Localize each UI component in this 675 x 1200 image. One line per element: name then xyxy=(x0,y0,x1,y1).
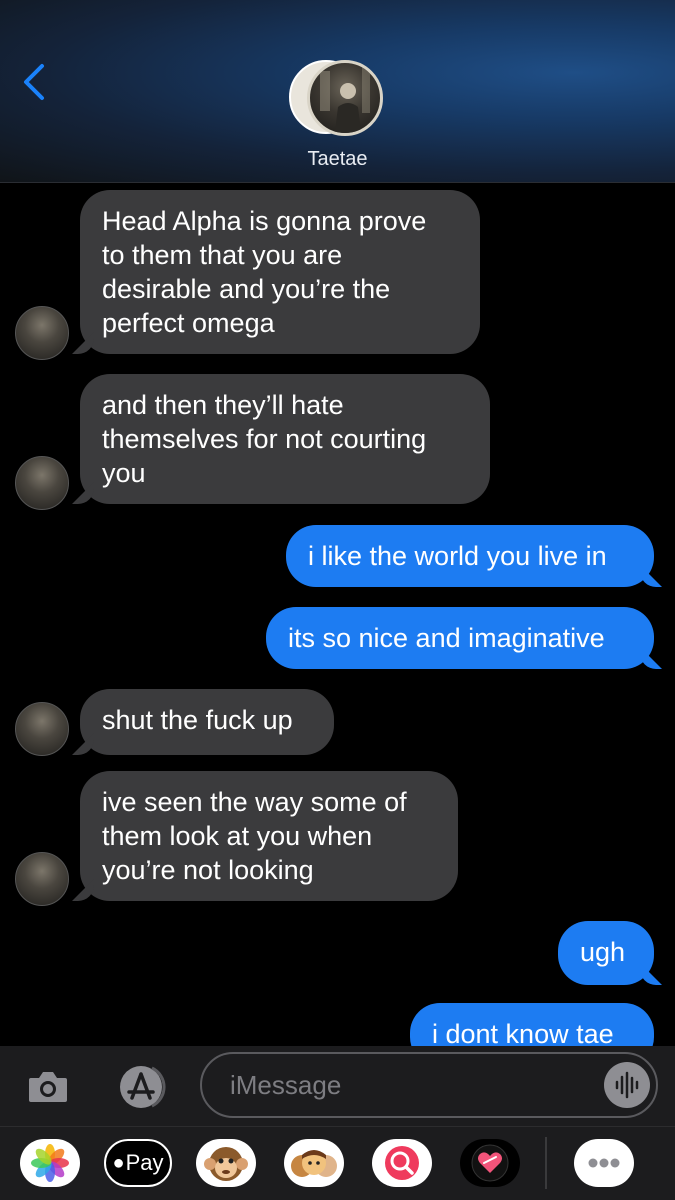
apple-logo-icon: ● xyxy=(112,1151,125,1174)
camera-icon xyxy=(29,1072,67,1102)
message-line: perfect omega xyxy=(102,308,275,338)
message-line: you xyxy=(102,458,146,488)
sender-avatar[interactable] xyxy=(15,306,69,360)
audio-message-button[interactable] xyxy=(604,1062,650,1108)
animoji-button[interactable] xyxy=(196,1139,256,1187)
drawer-divider xyxy=(545,1137,547,1189)
incoming-message[interactable]: and then they’ll hate themselves for not… xyxy=(80,374,490,504)
message-line: you’re not looking xyxy=(102,855,314,885)
conversation-header: Taetae xyxy=(0,0,675,183)
image-search-button[interactable] xyxy=(372,1139,432,1187)
contact-name[interactable]: Taetae xyxy=(0,148,675,171)
outgoing-message[interactable]: i like the world you live in xyxy=(286,525,654,587)
outgoing-message[interactable]: ugh xyxy=(558,921,654,985)
memoji-stickers-button[interactable] xyxy=(284,1139,344,1187)
message-thread[interactable]: Head Alpha is gonna prove to them that y… xyxy=(0,184,675,1046)
apple-pay-button[interactable]: ● Pay xyxy=(104,1139,172,1187)
waveform-icon xyxy=(615,1071,639,1099)
monkey-memoji-icon xyxy=(204,1147,248,1181)
digital-touch-icon xyxy=(471,1144,509,1182)
message-composer xyxy=(0,1046,675,1126)
chevron-left-icon xyxy=(24,64,44,100)
app-store-icon xyxy=(120,1066,166,1108)
apple-pay-label: Pay xyxy=(125,1150,164,1175)
incoming-message[interactable]: Head Alpha is gonna prove to them that y… xyxy=(80,190,480,354)
message-line: and then they’ll hate xyxy=(102,390,344,420)
photos-app-button[interactable] xyxy=(20,1139,80,1187)
sender-avatar[interactable] xyxy=(15,702,69,756)
message-line: themselves for not courting xyxy=(102,424,427,454)
digital-touch-button[interactable] xyxy=(460,1139,520,1187)
photos-icon xyxy=(31,1144,69,1182)
outgoing-message[interactable]: its so nice and imaginative xyxy=(266,607,654,669)
message-line: ugh xyxy=(580,937,626,967)
message-line: ive seen the way some of xyxy=(102,787,407,817)
message-line: them look at you when xyxy=(102,821,373,851)
image-search-icon xyxy=(385,1146,419,1180)
contact-avatar-photo xyxy=(307,60,383,136)
memoji-stickers-icon xyxy=(291,1150,337,1177)
message-line: i dont know tae xyxy=(432,1019,614,1046)
message-line: shut the fuck up xyxy=(102,705,293,735)
message-input[interactable] xyxy=(200,1052,658,1118)
message-line: its so nice and imaginative xyxy=(288,623,605,653)
app-store-button[interactable] xyxy=(112,1064,170,1110)
contact-avatar[interactable] xyxy=(289,60,385,136)
incoming-message[interactable]: ive seen the way some of them look at yo… xyxy=(80,771,458,901)
message-line: to them that you are xyxy=(102,240,343,270)
outgoing-message[interactable]: i dont know tae xyxy=(410,1003,654,1046)
message-line: Head Alpha is gonna prove xyxy=(102,206,427,236)
app-drawer: ● Pay xyxy=(0,1126,675,1200)
camera-button[interactable] xyxy=(25,1064,71,1110)
more-apps-icon xyxy=(588,1158,620,1168)
message-line: desirable and you’re the xyxy=(102,274,391,304)
more-apps-button[interactable] xyxy=(574,1139,634,1187)
message-line: i like the world you live in xyxy=(308,541,607,571)
sender-avatar[interactable] xyxy=(15,456,69,510)
back-button[interactable] xyxy=(18,60,54,104)
sender-avatar[interactable] xyxy=(15,852,69,906)
incoming-message[interactable]: shut the fuck up xyxy=(80,689,334,755)
